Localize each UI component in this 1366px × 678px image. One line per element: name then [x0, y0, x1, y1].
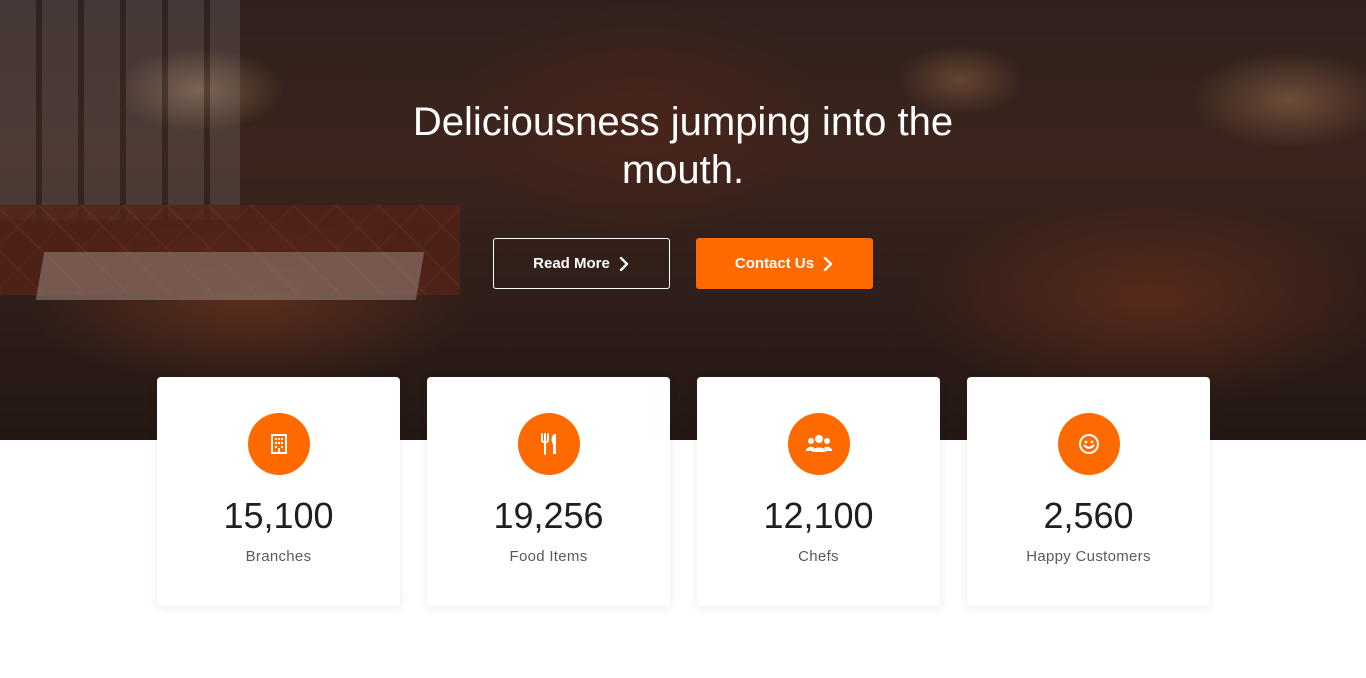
stat-value: 12,100 — [763, 495, 874, 536]
stat-label: Chefs — [798, 548, 839, 565]
contact-us-label: Contact Us — [734, 255, 815, 272]
stat-card-chefs: 12,100 Chefs — [697, 377, 940, 606]
stat-label: Branches — [245, 548, 312, 565]
stat-card-branches: 15,100 Branches — [157, 377, 400, 606]
stat-value: 15,100 — [223, 495, 334, 536]
stat-value: 19,256 — [493, 495, 604, 536]
smile-icon — [1058, 413, 1120, 475]
read-more-button[interactable]: Read More — [493, 238, 670, 289]
stat-card-food-items: 19,256 Food Items — [427, 377, 670, 606]
stat-label: Food Items — [509, 548, 588, 565]
hero-headline: Deliciousness jumping into the mouth. — [412, 100, 954, 192]
hero-overlay — [0, 0, 1366, 440]
chevron-right-icon — [619, 256, 629, 271]
stat-value: 2,560 — [1043, 495, 1134, 536]
users-icon — [788, 413, 850, 475]
building-icon — [248, 413, 310, 475]
hero-section: Deliciousness jumping into the mouth. Re… — [0, 0, 1366, 440]
cutlery-icon — [518, 413, 580, 475]
chevron-right-icon — [823, 256, 833, 271]
stat-label: Happy Customers — [1026, 548, 1151, 565]
contact-us-button[interactable]: Contact Us — [696, 238, 873, 289]
read-more-label: Read More — [533, 255, 610, 272]
stat-card-happy-customers: 2,560 Happy Customers — [967, 377, 1210, 606]
